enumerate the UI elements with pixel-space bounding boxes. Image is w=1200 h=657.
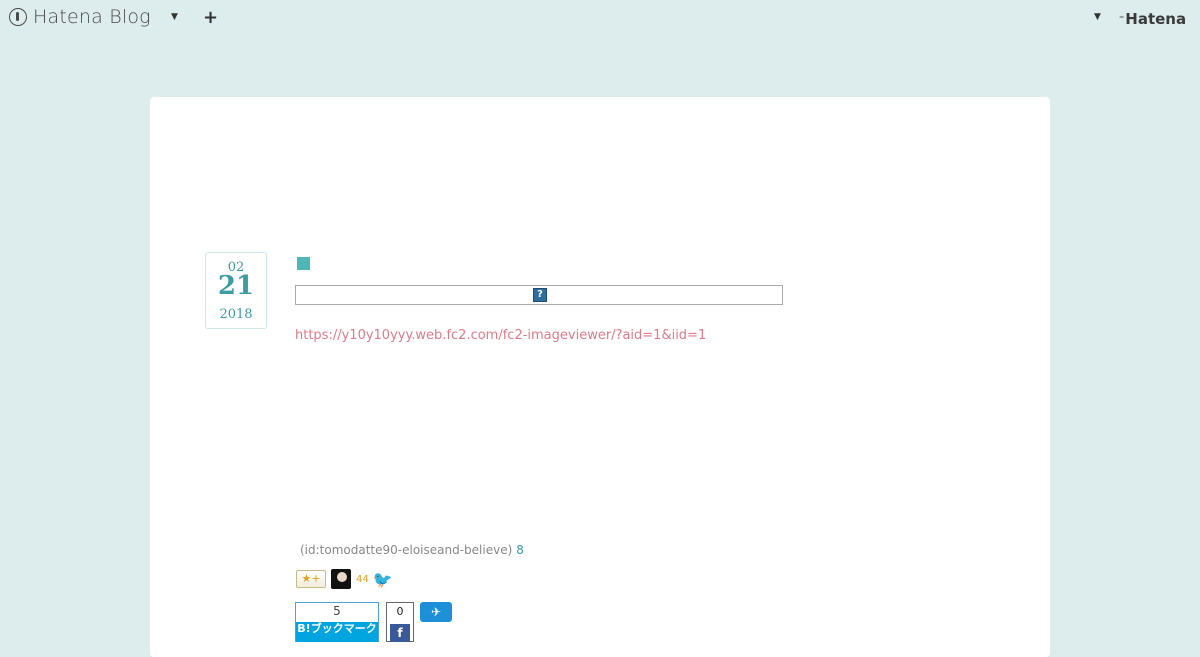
star-user-avatar[interactable] (331, 569, 351, 589)
star-count[interactable]: 44 (356, 574, 369, 585)
hatena-blog-logo[interactable]: Hatena Blog (9, 6, 151, 28)
author-count[interactable]: 8 (516, 543, 524, 557)
caret-down-icon[interactable]: ▼ (171, 12, 178, 22)
plus-icon[interactable]: + (203, 7, 218, 28)
author-id[interactable]: (id:tomodatte90-eloiseand-believe) (300, 543, 512, 557)
date-year: 2018 (219, 307, 253, 322)
add-star-button[interactable]: ★+ (296, 570, 326, 588)
bookmark-count: 5 (333, 604, 341, 618)
hatena-link[interactable]: ⁼ Hatena (1119, 10, 1186, 28)
twitter-share-button[interactable]: ✈ (420, 602, 452, 622)
entry-title-marker-icon (297, 257, 310, 270)
author-line: (id:tomodatte90-eloiseand-believe) 8 (300, 543, 524, 557)
broken-image-icon: ? (533, 288, 547, 302)
hatena-blog-logo-icon (9, 8, 27, 26)
hatena-logo-icon: ⁼ (1119, 13, 1124, 25)
hatena-bookmark-button[interactable]: 5 B!ブックマーク (295, 602, 379, 642)
brand-name: Hatena Blog (33, 6, 151, 28)
bookmark-label: B!ブックマーク (296, 622, 378, 642)
embedded-image-frame: ? (295, 285, 783, 305)
entry-date[interactable]: 02 21 2018 (205, 252, 267, 329)
facebook-icon: f (390, 624, 410, 642)
entry-link[interactable]: https://y10y10yyy.web.fc2.com/fc2-imagev… (295, 328, 706, 343)
facebook-share-button[interactable]: 0 f (386, 602, 414, 642)
blog-entry-card: 02 21 2018 ? https://y10y10yyy.web.fc2.c… (150, 97, 1050, 657)
hatena-label: Hatena (1125, 10, 1187, 28)
date-day: 21 (217, 271, 255, 301)
star-row: ★+ 44 🐦 (296, 569, 393, 589)
account-caret-down-icon[interactable]: ▼ (1094, 12, 1101, 22)
star-bird-icon[interactable]: 🐦 (373, 570, 393, 589)
twitter-bird-icon: ✈ (430, 605, 442, 619)
facebook-count: 0 (396, 605, 404, 618)
global-header: Hatena Blog ▼ + ▼ ⁼ Hatena (0, 0, 1200, 38)
